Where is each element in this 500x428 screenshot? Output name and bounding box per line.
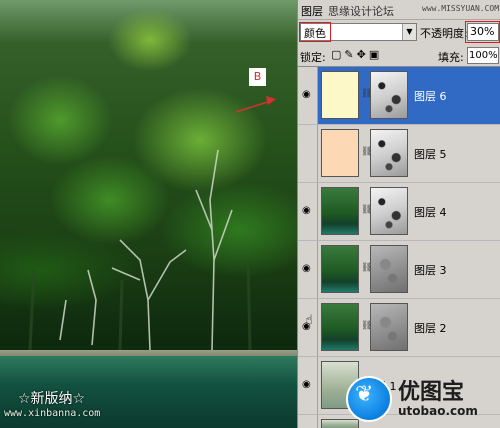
watermark-brand: 优图宝 <box>398 380 465 405</box>
lock-label: 锁定: <box>300 51 326 64</box>
eye-icon[interactable]: ◉ <box>302 263 311 274</box>
eye-icon[interactable]: ◉ <box>302 89 311 100</box>
layer-name[interactable]: 图层 3 <box>414 262 447 278</box>
layer-name[interactable]: 图层 6 <box>414 88 447 104</box>
opacity-label: 不透明度: <box>420 27 468 40</box>
forest-photo-canvas: B ☆新版纳☆ www.xinbanna.com <box>0 0 297 428</box>
layer-row-2[interactable]: ◉ ⛓ 图层 2 <box>298 299 500 357</box>
utobao-watermark: ❦ 优图宝 utobao.com <box>346 370 500 428</box>
visibility-toggle[interactable]: ◉ <box>298 241 318 298</box>
layer-thumbnail <box>321 129 359 177</box>
layer-name[interactable]: 图层 4 <box>414 204 447 220</box>
all-lock-icon[interactable]: ▣ <box>369 48 382 61</box>
callout-label-b: B <box>249 68 266 86</box>
layer-mask-thumbnail[interactable] <box>370 245 408 293</box>
layer-name[interactable]: 图层 5 <box>414 146 447 162</box>
layer-thumbnail <box>321 245 359 293</box>
fill-label: 填充: <box>438 51 464 64</box>
layer-row-6[interactable]: ◉ ⛓ 图层 6 <box>298 67 500 125</box>
panel-title-bar: 图层 思缘设计论坛 www.MISSYUAN.COM <box>298 0 500 20</box>
layer-mask-thumbnail[interactable] <box>370 303 408 351</box>
layer-name[interactable]: 图层 2 <box>414 320 447 336</box>
eye-icon[interactable]: ◉ <box>302 205 311 216</box>
transparency-lock-icon[interactable]: ▢ <box>331 48 344 61</box>
layer-thumbnail <box>321 303 359 351</box>
photo-watermark-url: www.xinbanna.com <box>4 408 101 419</box>
move-lock-icon[interactable]: ✥ <box>357 48 369 61</box>
visibility-toggle[interactable]: ◉ <box>298 357 318 414</box>
opacity-highlight <box>465 21 500 43</box>
brush-lock-icon[interactable]: ✎ <box>344 48 356 61</box>
layer-thumbnail <box>321 187 359 235</box>
visibility-toggle[interactable]: ◉ <box>298 183 318 240</box>
watermark-url: utobao.com <box>398 404 478 418</box>
fill-input[interactable]: 100% <box>467 47 499 64</box>
visibility-toggle[interactable] <box>298 125 318 182</box>
layer-mask-thumbnail[interactable] <box>370 71 408 119</box>
layer-mask-thumbnail[interactable] <box>370 129 408 177</box>
tab-layers[interactable]: 图层 <box>301 3 323 19</box>
layers-panel: 图层 思缘设计论坛 www.MISSYUAN.COM 颜色 ▼ 不透明度: 30… <box>297 0 500 428</box>
blend-mode-highlight <box>299 22 331 42</box>
visibility-toggle[interactable]: ◉ <box>298 67 318 124</box>
layer-mask-thumbnail[interactable] <box>370 187 408 235</box>
site-url: www.MISSYUAN.COM <box>422 4 500 13</box>
visibility-toggle[interactable] <box>298 415 318 428</box>
site-name: 思缘设计论坛 <box>328 5 394 18</box>
photo-watermark: ☆新版纳☆ <box>18 391 86 407</box>
bird-glyph-icon: ❦ <box>355 382 374 407</box>
layer-row-4[interactable]: ◉ ⛓ 图层 4 <box>298 183 500 241</box>
layer-row-5[interactable]: ⛓ 图层 5 <box>298 125 500 183</box>
blend-row: 颜色 ▼ 不透明度: 30% <box>298 21 500 43</box>
eye-icon[interactable]: ◉ <box>302 379 311 390</box>
hand-cursor-icon: ☝ <box>305 313 313 328</box>
layer-thumbnail <box>321 71 359 119</box>
chevron-down-icon[interactable]: ▼ <box>402 24 416 40</box>
layer-row-3[interactable]: ◉ ⛓ 图层 3 <box>298 241 500 299</box>
lock-row: 锁定: ▢✎✥▣ 填充: 100% <box>298 45 500 65</box>
lock-icons: ▢✎✥▣ <box>331 48 382 61</box>
